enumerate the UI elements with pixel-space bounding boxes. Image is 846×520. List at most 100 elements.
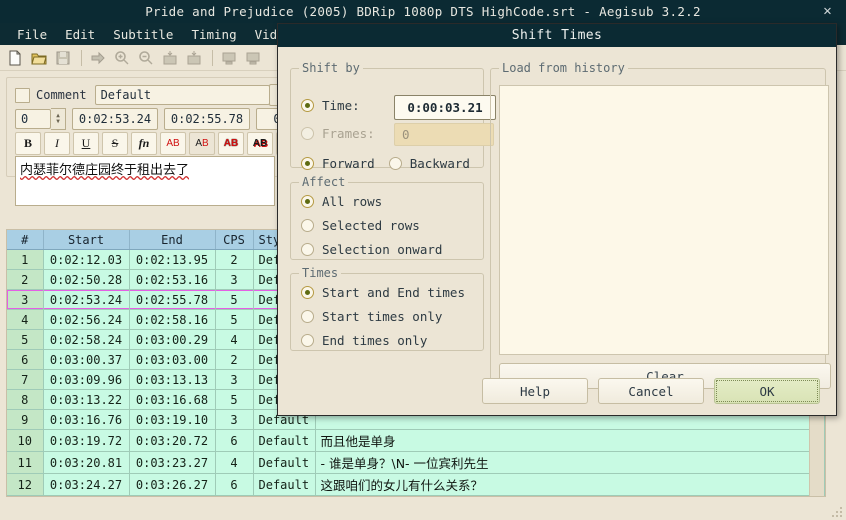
radio-start-times-only[interactable] <box>301 309 314 323</box>
cell-start: 0:02:58.24 <box>43 329 130 350</box>
cell-index: 2 <box>7 269 44 290</box>
italic-button[interactable]: I <box>44 132 70 155</box>
primary-color-button[interactable]: AB <box>160 132 186 155</box>
end-time-field[interactable]: 0:02:55.78 <box>164 108 250 130</box>
radio-start-and-end-times[interactable] <box>301 285 314 299</box>
table-row[interactable]: 13 0:03:26.36 0:03:28.57 3 Default 拜托，你就… <box>7 495 825 496</box>
grid-col-cps[interactable]: CPS <box>215 230 254 250</box>
underline-button[interactable]: U <box>73 132 99 155</box>
radio-forward[interactable] <box>301 156 314 170</box>
cell-text: - 谁是单身？\N- 一位宾利先生 <box>315 451 825 474</box>
close-icon[interactable]: ✕ <box>823 3 832 19</box>
affect-all-rows-label: All rows <box>322 193 383 209</box>
window-resize-grip[interactable] <box>830 505 842 517</box>
cell-index: 11 <box>7 451 44 474</box>
affect-option-selected-rows[interactable]: Selected rows <box>291 213 483 237</box>
cell-start: 0:02:12.03 <box>43 249 130 270</box>
outline-color-button[interactable]: AB <box>218 132 244 155</box>
cell-index: 12 <box>7 473 44 496</box>
cell-cps: 3 <box>215 495 254 496</box>
table-row[interactable]: 11 0:03:20.81 0:03:23.27 4 Default - 谁是单… <box>7 451 825 474</box>
secondary-color-button[interactable]: AB <box>189 132 215 155</box>
cell-end: 0:03:23.27 <box>129 451 216 474</box>
help-button[interactable]: Help <box>482 378 588 404</box>
grid-col-index[interactable]: # <box>7 230 44 250</box>
toolbar-separator-2 <box>212 49 213 66</box>
shadow-color-button[interactable]: AB <box>247 132 273 155</box>
radio-selected-rows[interactable] <box>301 218 314 232</box>
affect-option-selection-onward[interactable]: Selection onward <box>291 237 483 261</box>
strikeout-button[interactable]: S <box>102 132 128 155</box>
open-folder-icon[interactable] <box>28 47 50 69</box>
radio-backward[interactable] <box>388 156 402 170</box>
times-option-start-and-end[interactable]: Start and End times <box>291 280 483 304</box>
layer-stepper[interactable]: ▲ ▼ <box>51 108 66 130</box>
table-row[interactable]: 12 0:03:24.27 0:03:26.27 6 Default 这跟咱们的… <box>7 473 825 496</box>
cell-style: Default <box>253 429 316 452</box>
new-document-icon[interactable] <box>4 47 26 69</box>
cell-cps: 4 <box>215 329 254 350</box>
aegisub-window: Pride and Prejudice (2005) BDRip 1080p D… <box>0 0 846 520</box>
video-detach-icon <box>218 47 240 69</box>
status-strip <box>0 498 846 520</box>
cell-cps: 6 <box>215 429 254 452</box>
cell-end: 0:03:13.13 <box>129 369 216 390</box>
cell-style: Default <box>253 451 316 474</box>
cell-index: 5 <box>7 329 44 350</box>
affect-option-all-rows[interactable]: All rows <box>291 189 483 213</box>
menu-subtitle[interactable]: Subtitle <box>104 25 182 44</box>
radio-selection-onward[interactable] <box>301 242 314 256</box>
cell-end: 0:03:20.72 <box>129 429 216 452</box>
times-option-start-only[interactable]: Start times only <box>291 304 483 328</box>
radio-all-rows[interactable] <box>301 194 314 208</box>
cell-start: 0:03:19.72 <box>43 429 130 452</box>
dialog-title: Shift Times <box>511 28 603 43</box>
cancel-button[interactable]: Cancel <box>598 378 704 404</box>
cell-start: 0:03:09.96 <box>43 369 130 390</box>
table-row[interactable]: 10 0:03:19.72 0:03:20.72 6 Default 而且他是单… <box>7 429 825 452</box>
bold-button[interactable]: B <box>15 132 41 155</box>
cell-style: Default <box>253 473 316 496</box>
cell-start: 0:03:00.37 <box>43 349 130 370</box>
affect-selected-rows-label: Selected rows <box>322 217 420 233</box>
forward-label: Forward <box>322 155 375 171</box>
subtitle-text-input[interactable]: 内瑟菲尔德庄园终于租出去了 <box>15 156 275 206</box>
cell-end: 0:03:19.10 <box>129 409 216 430</box>
shift-time-input[interactable]: 0:00:03.21 <box>394 95 496 120</box>
radio-frames[interactable] <box>301 126 314 140</box>
cell-cps: 5 <box>215 309 254 330</box>
grid-col-start[interactable]: Start <box>43 230 130 250</box>
zoom-out-icon <box>135 47 157 69</box>
cell-start: 0:03:20.81 <box>43 451 130 474</box>
time-label: Time: <box>322 97 360 113</box>
cell-end: 0:02:13.95 <box>129 249 216 270</box>
layer-field[interactable]: 0 <box>15 109 51 129</box>
radio-end-times-only[interactable] <box>301 333 314 347</box>
zoom-in-icon <box>111 47 133 69</box>
comment-checkbox[interactable] <box>15 87 30 103</box>
times-legend: Times <box>302 266 339 280</box>
style-value: Default <box>100 88 152 102</box>
cell-index: 7 <box>7 369 44 390</box>
style-dropdown[interactable]: Default <box>94 85 270 105</box>
jump-to-icon <box>87 47 109 69</box>
subtitle-text-value: 内瑟菲尔德庄园终于租出去了 <box>20 163 190 178</box>
font-button[interactable]: fn <box>131 132 157 155</box>
save-icon <box>52 47 74 69</box>
start-time-field[interactable]: 0:02:53.24 <box>72 108 158 130</box>
edit-row-times: 0 ▲▼ 0:02:53.24 0:02:55.78 0 <box>15 108 298 130</box>
cell-start: 0:02:56.24 <box>43 309 130 330</box>
shift-by-group: Shift by Time: 0:00:03.21 Frames: 0 Forw… <box>290 61 496 171</box>
cell-end: 0:03:16.68 <box>129 389 216 410</box>
ok-button[interactable]: OK <box>714 378 820 404</box>
menu-file[interactable]: File <box>8 25 56 44</box>
cell-end: 0:02:53.16 <box>129 269 216 290</box>
history-list[interactable] <box>499 85 829 355</box>
grid-col-end[interactable]: End <box>129 230 216 250</box>
menu-timing[interactable]: Timing <box>182 25 245 44</box>
radio-time[interactable] <box>301 98 314 112</box>
times-option-end-only[interactable]: End times only <box>291 328 483 352</box>
cell-end: 0:02:55.78 <box>129 289 216 310</box>
menu-edit[interactable]: Edit <box>56 25 104 44</box>
edit-row-style: Comment Default ▼ <box>15 84 293 106</box>
